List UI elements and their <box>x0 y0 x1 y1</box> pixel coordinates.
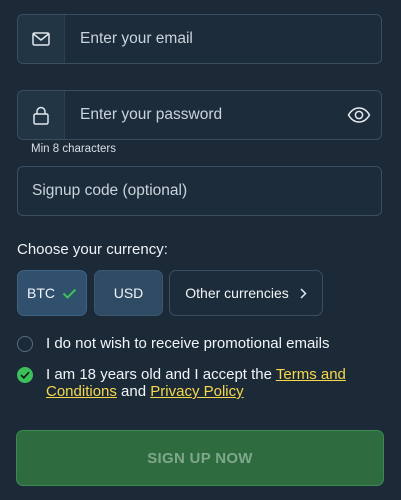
currency-btc-button[interactable]: BTC <box>17 270 87 316</box>
password-hint: Min 8 characters <box>31 143 117 155</box>
age-consent-prefix: I am 18 years old and I accept the <box>46 366 276 383</box>
promo-consent-text: I do not wish to receive promotional ema… <box>46 335 330 352</box>
signup-form: Enter your email Enter your password Min… <box>0 0 401 500</box>
check-icon <box>20 371 30 379</box>
signup-code-field[interactable]: Signup code (optional) <box>17 166 382 216</box>
currency-btc-label: BTC <box>27 285 55 301</box>
signup-code-placeholder: Signup code (optional) <box>32 182 188 199</box>
age-consent-and: and <box>116 383 151 400</box>
currency-usd-button[interactable]: USD <box>94 270 163 316</box>
envelope-icon <box>18 15 65 63</box>
chevron-right-icon <box>300 287 307 299</box>
currency-usd-label: USD <box>113 285 144 301</box>
age-checkbox[interactable] <box>17 367 33 383</box>
password-field[interactable]: Enter your password <box>17 90 382 140</box>
sign-up-button[interactable]: SIGN UP NOW <box>16 430 384 486</box>
currency-label: Choose your currency: <box>17 241 168 258</box>
check-icon <box>62 288 77 299</box>
email-placeholder: Enter your email <box>80 30 193 47</box>
age-consent-row[interactable]: I am 18 years old and I accept the Terms… <box>17 366 357 400</box>
currency-other-button[interactable]: Other currencies <box>169 270 323 316</box>
promo-consent-row[interactable]: I do not wish to receive promotional ema… <box>17 335 329 352</box>
currency-other-label: Other currencies <box>185 285 289 301</box>
promo-checkbox[interactable] <box>17 336 33 352</box>
lock-icon <box>18 91 65 139</box>
age-consent-text: I am 18 years old and I accept the Terms… <box>46 366 357 400</box>
privacy-link[interactable]: Privacy Policy <box>150 383 243 400</box>
eye-icon[interactable] <box>337 91 381 139</box>
email-field[interactable]: Enter your email <box>17 14 382 64</box>
password-placeholder: Enter your password <box>80 106 223 123</box>
